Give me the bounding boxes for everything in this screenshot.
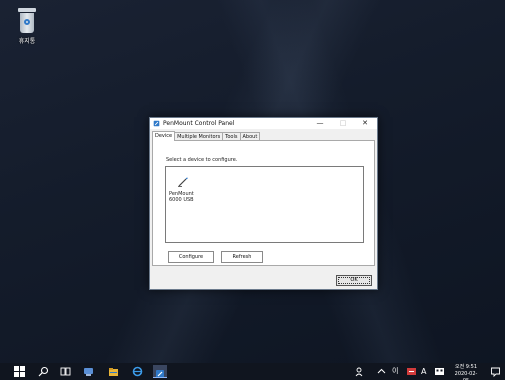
device-list-item[interactable]: PenMount 6000 USB xyxy=(169,172,209,203)
desktop: 휴지통 PenMount Control Panel — □ ✕ Device … xyxy=(0,0,505,380)
chevron-up-icon[interactable] xyxy=(376,366,387,377)
system-clock[interactable]: 오전 9:51 2020-02-05 xyxy=(452,364,480,380)
window-title: PenMount Control Panel xyxy=(163,120,235,127)
device-tab-panel: Select a device to configure. PenMount 6… xyxy=(152,140,375,266)
tab-device[interactable]: Device xyxy=(152,131,176,141)
device-name-line2: 6000 USB xyxy=(169,197,194,203)
notification-icon[interactable] xyxy=(490,366,501,377)
device-list[interactable]: PenMount 6000 USB xyxy=(165,166,364,243)
pinned-app-icon[interactable] xyxy=(83,366,94,377)
keyboard-icon[interactable] xyxy=(434,366,445,377)
minimize-button[interactable]: — xyxy=(313,118,327,129)
title-bar[interactable]: PenMount Control Panel — □ ✕ xyxy=(150,118,377,129)
internet-explorer-icon[interactable] xyxy=(132,366,143,377)
penmount-taskbar-icon[interactable] xyxy=(153,365,167,378)
ime-indicator[interactable]: 이 xyxy=(392,366,403,377)
clock-time: 오전 9:51 xyxy=(454,364,478,370)
penmount-app-icon xyxy=(153,120,160,127)
refresh-button[interactable]: Refresh xyxy=(221,251,263,263)
windows-start-icon[interactable] xyxy=(14,366,25,377)
configure-button[interactable]: Configure xyxy=(168,251,214,263)
clock-date: 2020-02-05 xyxy=(454,371,478,380)
device-instruction-label: Select a device to configure. xyxy=(166,157,238,163)
search-icon[interactable] xyxy=(38,366,49,377)
maximize-button[interactable]: □ xyxy=(336,118,350,129)
penmount-app-icon xyxy=(156,370,164,378)
recycle-bin-label: 휴지통 xyxy=(18,38,36,45)
close-button[interactable]: ✕ xyxy=(358,118,372,129)
recycle-bin-icon xyxy=(16,8,38,34)
penmount-control-panel-window: PenMount Control Panel — □ ✕ Device Mult… xyxy=(149,117,378,290)
taskbar: 이 A 오전 9:51 2020-02-05 xyxy=(0,363,505,380)
task-view-icon[interactable] xyxy=(60,366,71,377)
input-mode-indicator[interactable]: A xyxy=(421,366,432,377)
people-icon[interactable] xyxy=(355,366,366,377)
recycle-bin-shortcut[interactable]: 휴지통 xyxy=(12,8,42,45)
ok-button[interactable]: OK xyxy=(336,275,372,286)
pen-device-icon xyxy=(178,177,188,187)
file-explorer-icon[interactable] xyxy=(108,366,119,377)
tray-app-icon[interactable] xyxy=(406,366,417,377)
